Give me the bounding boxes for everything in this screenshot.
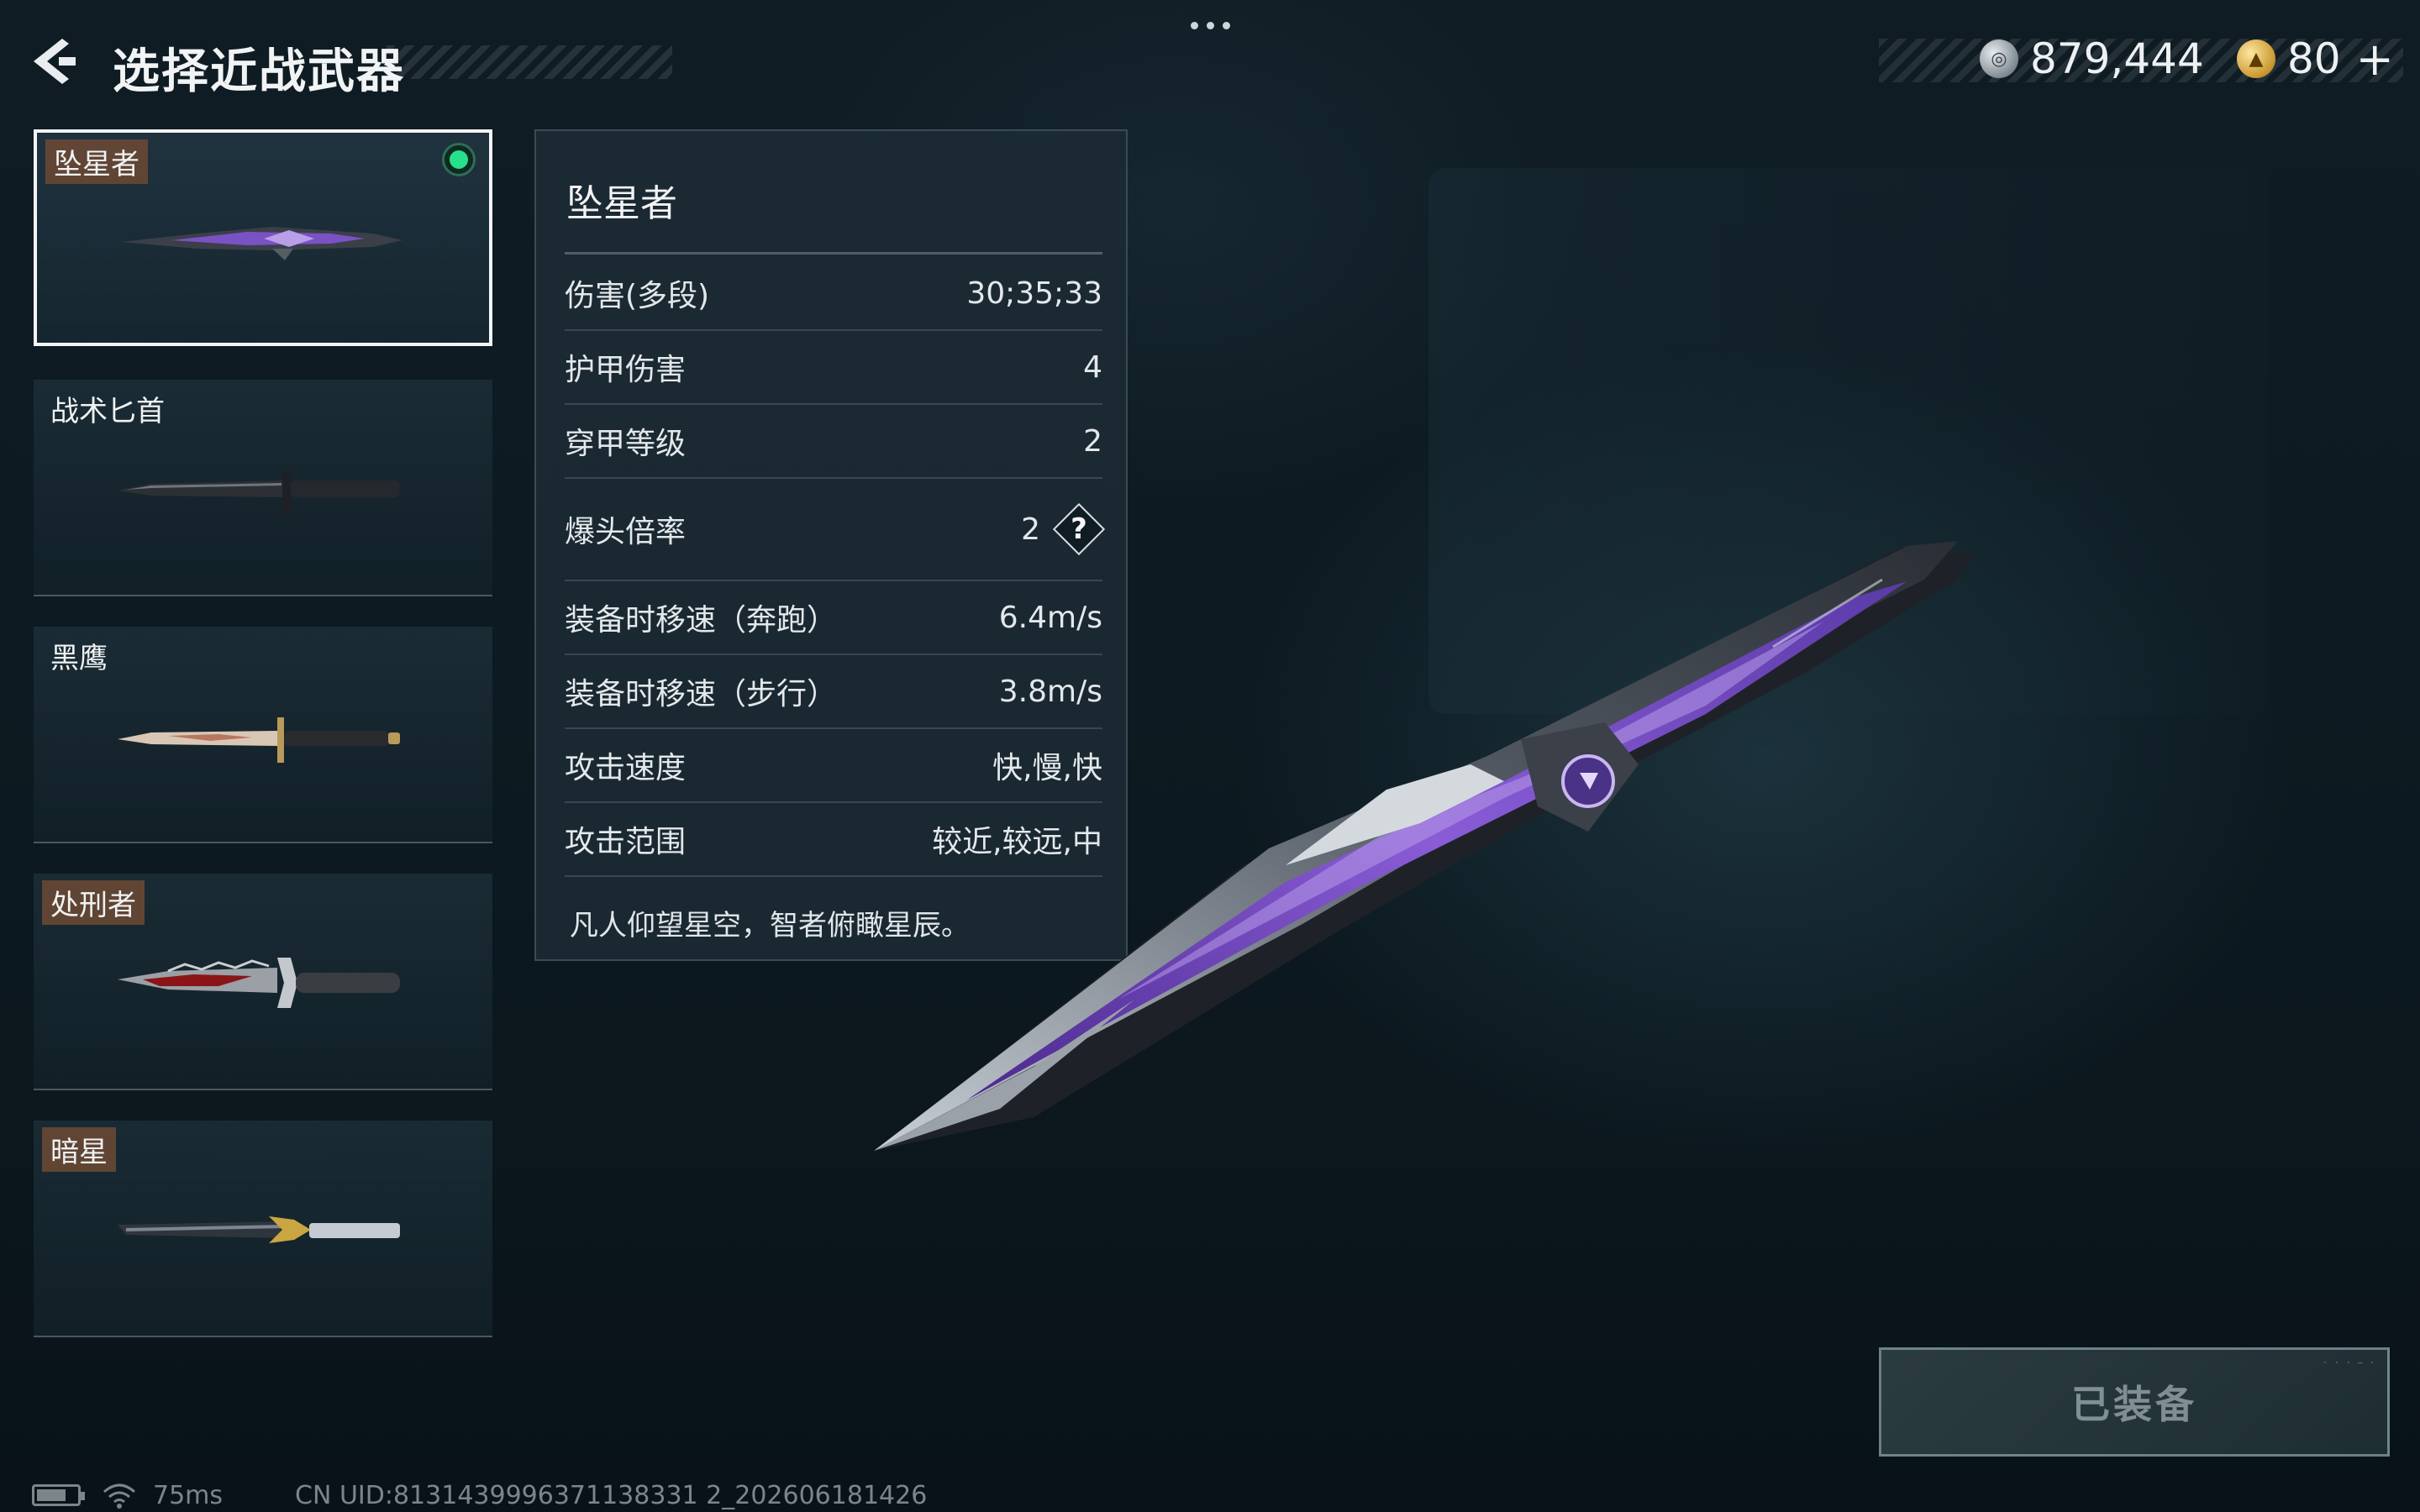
starfall-blade-icon xyxy=(121,227,402,260)
starfall-blade-render xyxy=(874,541,1975,1151)
stat-label: 伤害(多段) xyxy=(565,279,710,313)
ping-value: 75ms xyxy=(153,1480,224,1510)
stat-label: 攻击速度 xyxy=(565,751,687,785)
user-uid: CN UID:8131439996371138331 2_20260618142… xyxy=(295,1480,928,1510)
stats-title: 坠星者 xyxy=(566,182,677,225)
weapon-card-starfall[interactable]: 坠星者 xyxy=(34,129,492,346)
title-stripes xyxy=(387,45,672,79)
equip-button-label: 已装备 xyxy=(2071,1382,2197,1427)
stats-divider xyxy=(565,252,1102,255)
ellipsis-dot xyxy=(1206,21,1214,29)
equip-button-decor: · · · — · xyxy=(2322,1358,2375,1368)
stat-label: 攻击范围 xyxy=(565,825,687,859)
ellipsis-dot xyxy=(1222,21,1230,29)
stat-value: 30;35;33 xyxy=(966,276,1102,311)
stat-row-armor-damage: 护甲伤害 4 xyxy=(565,331,1102,405)
equip-button[interactable]: · · · — · 已装备 xyxy=(1879,1347,2390,1457)
stat-label: 装备时移速（步行） xyxy=(565,677,838,711)
gold-currency: ▲ 80 + xyxy=(2237,33,2394,86)
add-currency-button[interactable]: + xyxy=(2356,33,2394,86)
dark-star-blade-icon xyxy=(118,1216,400,1243)
silver-coin-icon: ◎ xyxy=(1980,39,2018,78)
stat-row-penetration-level: 穿甲等级 2 xyxy=(565,405,1102,479)
weapon-card-dark-star[interactable]: 暗星 xyxy=(34,1121,492,1337)
weapon-name-label: 坠星者 xyxy=(45,139,148,184)
title-area: 选择近战武器 xyxy=(101,34,672,99)
black-eagle-knife-icon xyxy=(118,717,400,763)
silver-currency: ◎ 879,444 xyxy=(1980,34,2204,84)
stat-label: 装备时移速（奔跑） xyxy=(565,603,838,638)
status-bar: 75ms CN UID:8131439996371138331 2_202606… xyxy=(32,1480,927,1510)
weapon-card-tactical-dagger[interactable]: 战术匕首 xyxy=(34,380,492,596)
stat-row-damage: 伤害(多段) 30;35;33 xyxy=(565,257,1102,331)
weapon-name-label: 处刑者 xyxy=(42,880,145,925)
silver-amount: 879,444 xyxy=(2030,34,2204,83)
wifi-icon xyxy=(103,1483,135,1509)
battery-icon xyxy=(32,1484,85,1506)
stat-value: 4 xyxy=(1083,349,1102,385)
back-button[interactable] xyxy=(25,32,84,91)
weapon-card-black-eagle[interactable]: 黑鹰 xyxy=(34,627,492,843)
stat-label: 穿甲等级 xyxy=(565,427,687,461)
weapon-card-executioner[interactable]: 处刑者 xyxy=(34,874,492,1090)
weapon-name-label: 暗星 xyxy=(42,1127,116,1172)
stat-value: 2 xyxy=(1083,423,1102,459)
stat-label: 爆头倍率 xyxy=(565,515,687,549)
equipped-indicator-icon xyxy=(442,143,476,176)
ellipsis-icon xyxy=(1190,21,1198,29)
stat-label: 护甲伤害 xyxy=(565,353,687,387)
more-options-button[interactable] xyxy=(1185,15,1235,35)
weapon-name-label: 黑鹰 xyxy=(50,642,108,675)
gold-amount: 80 xyxy=(2287,34,2341,83)
executioner-knife-icon xyxy=(118,958,400,1008)
weapon-name-label: 战术匕首 xyxy=(50,395,165,428)
page-title: 选择近战武器 xyxy=(113,45,405,99)
gold-triangle-coin-icon: ▲ xyxy=(2237,39,2275,78)
tactical-dagger-icon xyxy=(118,472,400,516)
chevron-left-icon xyxy=(34,39,76,84)
